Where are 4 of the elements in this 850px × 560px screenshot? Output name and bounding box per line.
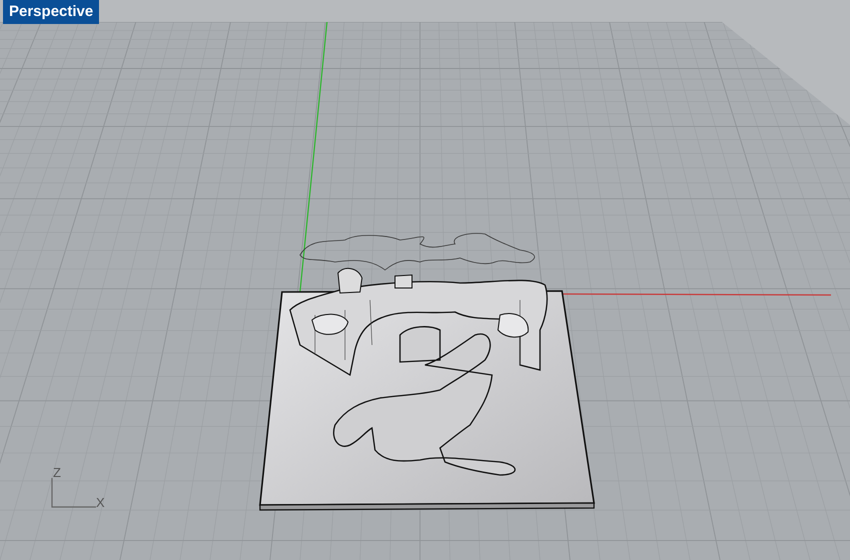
- axis-label: Z: [53, 466, 61, 480]
- axis-icon: [51, 478, 97, 508]
- viewport-title-tab[interactable]: Perspective: [3, 0, 100, 24]
- axis-label: X: [96, 496, 105, 510]
